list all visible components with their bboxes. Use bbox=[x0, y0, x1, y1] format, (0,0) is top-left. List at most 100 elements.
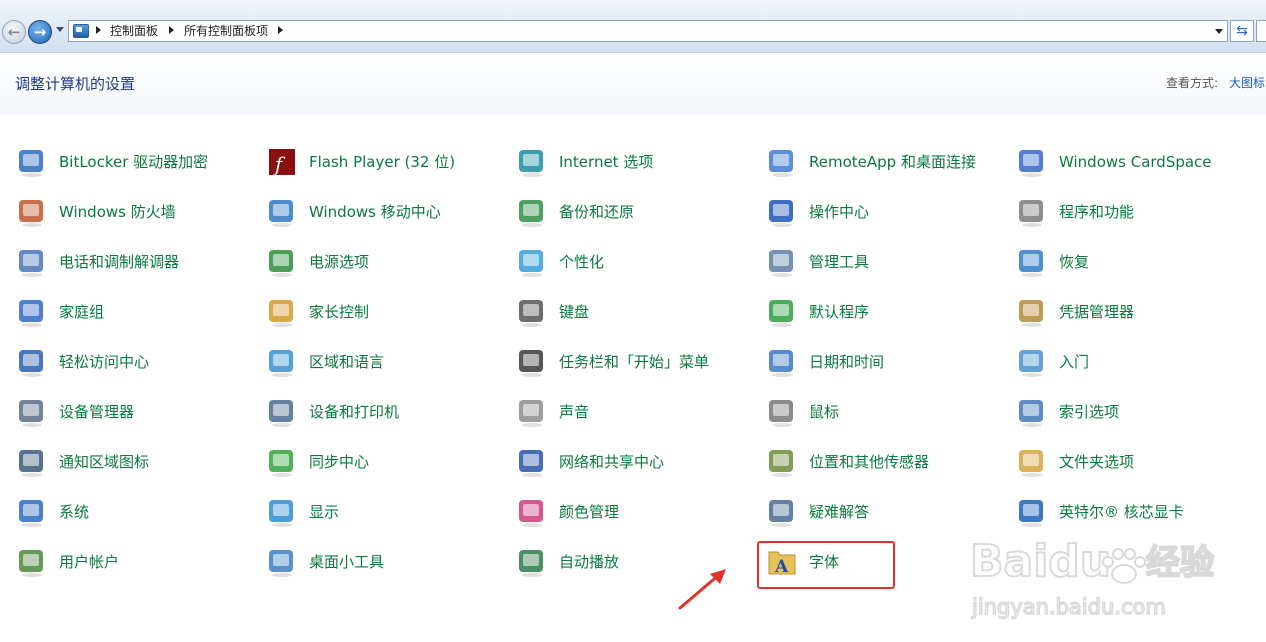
control-panel-item-label: 鼠标 bbox=[809, 403, 840, 421]
search-input[interactable] bbox=[1256, 20, 1266, 42]
bitlocker-icon bbox=[16, 146, 48, 178]
watermark-url: jingyan.baidu.com bbox=[971, 595, 1166, 619]
control-panel-item-label: 自动播放 bbox=[559, 553, 620, 571]
user-accounts-icon bbox=[16, 546, 48, 578]
control-panel-item[interactable]: 设备和打印机 bbox=[266, 395, 506, 429]
control-panel-item-label: 电源选项 bbox=[309, 253, 370, 271]
address-bar[interactable]: 控制面板 所有控制面板项 bbox=[68, 20, 1228, 42]
control-panel-item[interactable]: 区域和语言 bbox=[266, 345, 506, 379]
control-panel-item[interactable]: 英特尔® 核芯显卡 bbox=[1016, 495, 1256, 529]
credential-manager-icon bbox=[1016, 296, 1048, 328]
control-panel-item-label: Flash Player (32 位) bbox=[309, 153, 456, 171]
indexing-options-icon bbox=[1016, 396, 1048, 428]
control-panel-item-label: 备份和还原 bbox=[559, 203, 635, 221]
control-panel-item[interactable]: 个性化 bbox=[516, 245, 756, 279]
control-panel-item[interactable]: 声音 bbox=[516, 395, 756, 429]
page-title: 调整计算机的设置 bbox=[15, 75, 136, 93]
control-panel-item-label: 家长控制 bbox=[309, 303, 370, 321]
control-panel-item[interactable]: 显示 bbox=[266, 495, 506, 529]
phone-modem-icon bbox=[16, 246, 48, 278]
control-panel-item[interactable]: BitLocker 驱动器加密 bbox=[16, 145, 256, 179]
breadcrumb-separator-icon[interactable] bbox=[96, 26, 101, 34]
breadcrumb-all-items[interactable]: 所有控制面板项 bbox=[184, 23, 268, 39]
baidu-logo: Baidu 经验 jingyan.baidu.com bbox=[969, 535, 1215, 620]
control-panel-item[interactable]: 网络和共享中心 bbox=[516, 445, 756, 479]
control-panel-item[interactable]: Windows 移动中心 bbox=[266, 195, 506, 229]
control-panel-item[interactable]: 通知区域图标 bbox=[16, 445, 256, 479]
back-arrow-icon: ← bbox=[7, 23, 21, 41]
forward-arrow-icon: → bbox=[33, 23, 47, 41]
control-panel-item[interactable]: Windows 防火墙 bbox=[16, 195, 256, 229]
control-panel-item-label: Windows CardSpace bbox=[1059, 153, 1212, 171]
control-panel-item-label: RemoteApp 和桌面连接 bbox=[809, 153, 976, 171]
control-panel-item[interactable]: 凭据管理器 bbox=[1016, 295, 1256, 329]
control-panel-item-label: 疑难解答 bbox=[809, 503, 870, 521]
display-icon bbox=[266, 496, 298, 528]
control-panel-item[interactable]: Internet 选项 bbox=[516, 145, 756, 179]
control-panel-item-label: 设备管理器 bbox=[59, 403, 135, 421]
control-panel-item[interactable]: 默认程序 bbox=[766, 295, 1006, 329]
breadcrumb-control-panel[interactable]: 控制面板 bbox=[110, 23, 158, 39]
control-panel-item[interactable]: RemoteApp 和桌面连接 bbox=[766, 145, 1006, 179]
control-panel-item[interactable]: 键盘 bbox=[516, 295, 756, 329]
control-panel-item[interactable]: 电源选项 bbox=[266, 245, 506, 279]
control-panel-item-label: 显示 bbox=[309, 503, 340, 521]
control-panel-item[interactable]: 操作中心 bbox=[766, 195, 1006, 229]
control-panel-item[interactable]: 家庭组 bbox=[16, 295, 256, 329]
control-panel-item-label: 家庭组 bbox=[59, 303, 105, 321]
control-panel-item-label: 恢复 bbox=[1059, 253, 1090, 271]
recovery-icon bbox=[1016, 246, 1048, 278]
baidu-watermark: Baidu 经验 jingyan.baidu.com bbox=[969, 535, 1215, 620]
control-panel-item-label: 通知区域图标 bbox=[59, 453, 150, 471]
control-panel-item[interactable]: 设备管理器 bbox=[16, 395, 256, 429]
control-panel-item-label: 个性化 bbox=[559, 253, 605, 271]
address-history-dropdown[interactable] bbox=[1215, 29, 1223, 34]
date-time-icon bbox=[766, 346, 798, 378]
control-panel-item-label: 程序和功能 bbox=[1059, 203, 1135, 221]
view-by-dropdown[interactable]: 大图标 bbox=[1229, 74, 1265, 91]
control-panel-item[interactable]: 文件夹选项 bbox=[1016, 445, 1256, 479]
flash-player-icon: f bbox=[266, 146, 298, 178]
breadcrumb-separator-icon[interactable] bbox=[169, 26, 174, 34]
control-panel-item[interactable]: 鼠标 bbox=[766, 395, 1006, 429]
control-panel-item[interactable]: 同步中心 bbox=[266, 445, 506, 479]
highlight-box bbox=[757, 541, 895, 589]
control-panel-item-label: 轻松访问中心 bbox=[59, 353, 150, 371]
mouse-icon bbox=[766, 396, 798, 428]
refresh-button[interactable]: ⇆ bbox=[1230, 20, 1254, 42]
troubleshooting-icon bbox=[766, 496, 798, 528]
control-panel-item[interactable]: 索引选项 bbox=[1016, 395, 1256, 429]
control-panel-item[interactable]: 疑难解答 bbox=[766, 495, 1006, 529]
control-panel-item[interactable]: 用户帐户 bbox=[16, 545, 256, 579]
breadcrumb-separator-icon[interactable] bbox=[278, 26, 283, 34]
control-panel-item-label: 区域和语言 bbox=[309, 353, 385, 371]
header-band bbox=[0, 53, 1266, 115]
control-panel-item[interactable]: 位置和其他传感器 bbox=[766, 445, 1006, 479]
control-panel-item[interactable]: 家长控制 bbox=[266, 295, 506, 329]
control-panel-item[interactable]: f Flash Player (32 位) bbox=[266, 145, 506, 179]
control-panel-item[interactable]: 颜色管理 bbox=[516, 495, 756, 529]
control-panel-item[interactable]: 任务栏和「开始」菜单 bbox=[516, 345, 756, 379]
control-panel-item[interactable]: 入门 bbox=[1016, 345, 1256, 379]
control-panel-item-label: 任务栏和「开始」菜单 bbox=[559, 353, 710, 371]
control-panel-item[interactable]: 恢复 bbox=[1016, 245, 1256, 279]
notification-area-icon bbox=[16, 446, 48, 478]
control-panel-item[interactable]: 管理工具 bbox=[766, 245, 1006, 279]
back-button[interactable]: ← bbox=[2, 20, 26, 44]
control-panel-item[interactable]: 桌面小工具 bbox=[266, 545, 506, 579]
control-panel-item[interactable]: Windows CardSpace bbox=[1016, 145, 1256, 179]
control-panel-item[interactable]: 日期和时间 bbox=[766, 345, 1006, 379]
control-panel-item[interactable]: 电话和调制解调器 bbox=[16, 245, 256, 279]
control-panel-item[interactable]: 备份和还原 bbox=[516, 195, 756, 229]
forward-button[interactable]: → bbox=[28, 20, 52, 44]
network-sharing-icon bbox=[516, 446, 548, 478]
control-panel-item[interactable]: 程序和功能 bbox=[1016, 195, 1256, 229]
color-management-icon bbox=[516, 496, 548, 528]
taskbar-start-icon bbox=[516, 346, 548, 378]
control-panel-item[interactable]: 轻松访问中心 bbox=[16, 345, 256, 379]
recent-pages-dropdown[interactable] bbox=[56, 27, 64, 32]
control-panel-item[interactable]: 系统 bbox=[16, 495, 256, 529]
getting-started-icon bbox=[1016, 346, 1048, 378]
action-center-flag-icon bbox=[766, 196, 798, 228]
control-panel-item-label: 操作中心 bbox=[809, 203, 870, 221]
